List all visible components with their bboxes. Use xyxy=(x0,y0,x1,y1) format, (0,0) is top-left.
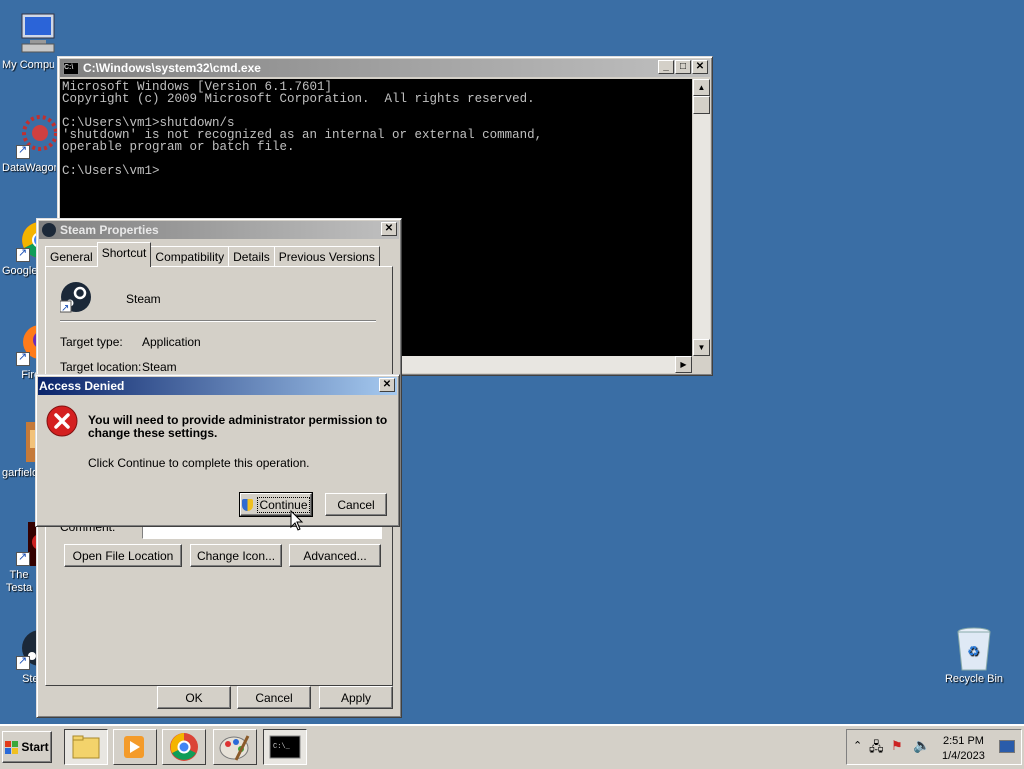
start-label: Start xyxy=(21,740,49,754)
steam-properties-title: Steam Properties xyxy=(60,223,159,237)
shortcut-arrow-icon xyxy=(16,143,30,159)
start-button[interactable]: Start xyxy=(2,731,52,763)
scroll-up-button[interactable]: ▲ xyxy=(693,79,710,96)
error-icon xyxy=(46,405,78,437)
access-denied-dialog[interactable]: Access Denied ✕ You will need to provide… xyxy=(35,374,400,527)
shortcut-arrow-icon xyxy=(16,350,30,366)
desktop-icon-label: The Testament xyxy=(5,569,33,594)
close-button[interactable]: ✕ xyxy=(692,60,708,74)
steam-small-icon xyxy=(42,223,56,237)
paint-icon xyxy=(219,735,250,761)
clock-time[interactable]: 2:51 PM xyxy=(943,735,984,747)
maximize-button[interactable]: □ xyxy=(675,60,691,74)
minimize-button[interactable]: _ xyxy=(658,60,674,74)
open-file-location-button[interactable]: Open File Location xyxy=(64,544,182,567)
close-button[interactable]: ✕ xyxy=(381,222,397,236)
advanced-button[interactable]: Advanced... xyxy=(289,544,381,567)
chrome-icon xyxy=(170,733,198,761)
desktop-icon-recycle-bin[interactable]: ♻ Recycle Bin xyxy=(938,626,1010,686)
tab-compatibility[interactable]: Compatibility xyxy=(150,246,230,267)
cmd-titlebar[interactable]: C:\ C:\Windows\system32\cmd.exe _ □ ✕ xyxy=(60,59,710,77)
scroll-down-button[interactable]: ▼ xyxy=(693,339,710,356)
svg-text:↗: ↗ xyxy=(61,303,69,313)
steam-properties-titlebar[interactable]: Steam Properties ✕ xyxy=(39,221,399,239)
show-hidden-icons-icon[interactable]: ⌃ xyxy=(853,739,862,752)
volume-icon[interactable]: 🔈 xyxy=(913,737,930,754)
shortcut-arrow-icon xyxy=(16,550,30,566)
computer-icon xyxy=(16,12,60,56)
target-type-value: Application xyxy=(142,335,201,349)
target-location-label: Target location: xyxy=(60,360,142,374)
tab-details[interactable]: Details xyxy=(228,246,275,267)
network-icon[interactable]: 🖧 xyxy=(869,738,885,754)
target-location-value: Steam xyxy=(142,360,177,374)
scroll-right-button[interactable]: ▶ xyxy=(675,356,692,373)
recycle-bin-icon: ♻ xyxy=(952,626,996,671)
clock-date[interactable]: 1/4/2023 xyxy=(942,750,985,762)
vertical-scrollbar[interactable]: ▲ ▼ xyxy=(693,79,710,356)
show-desktop-icon[interactable] xyxy=(999,740,1015,753)
media-player-icon xyxy=(124,736,144,758)
cmd-title: C:\Windows\system32\cmd.exe xyxy=(83,61,261,75)
cmd-icon: C:\ xyxy=(63,61,79,75)
datawagon-icon xyxy=(16,115,60,159)
tab-shortcut[interactable]: Shortcut xyxy=(96,242,152,267)
desktop-icon-label: Recycle Bin xyxy=(944,673,1004,685)
taskbar-paint[interactable] xyxy=(213,729,257,765)
taskbar: Start C:\_ ⌃ 🖧 ⚑ 🔈 2:51 PM 1/4/2023 xyxy=(0,724,1024,769)
cmd-icon: C:\_ xyxy=(269,735,301,759)
windows-logo-icon xyxy=(5,740,19,754)
ok-button[interactable]: OK xyxy=(157,686,231,709)
taskbar-chrome[interactable] xyxy=(162,729,206,765)
svg-text:♻: ♻ xyxy=(967,643,980,659)
cancel-button[interactable]: Cancel xyxy=(237,686,311,709)
access-denied-titlebar[interactable]: Access Denied ✕ xyxy=(38,377,397,395)
desktop-icon-label: DataWagon xyxy=(2,162,56,174)
apply-button[interactable]: Apply xyxy=(319,686,393,709)
target-type-label: Target type: xyxy=(60,335,123,349)
system-tray: ⌃ 🖧 ⚑ 🔈 2:51 PM 1/4/2023 xyxy=(846,729,1022,765)
desktop-icon-label: garfield xyxy=(2,467,36,479)
taskbar-media-player[interactable] xyxy=(113,729,157,765)
continue-instruction: Click Continue to complete this operatio… xyxy=(88,456,310,470)
svg-text:C:\_: C:\_ xyxy=(273,743,291,751)
shortcut-arrow-icon xyxy=(16,246,30,262)
separator xyxy=(60,320,376,322)
steam-app-icon: ↗ xyxy=(59,281,92,314)
folder-icon xyxy=(72,735,100,759)
close-button[interactable]: ✕ xyxy=(379,378,395,392)
app-name: Steam xyxy=(126,292,161,306)
action-center-flag-icon[interactable]: ⚑ xyxy=(891,738,903,754)
shortcut-arrow-icon xyxy=(16,654,30,670)
desktop-icon-label: My Computer xyxy=(2,59,54,71)
tab-previous-versions[interactable]: Previous Versions xyxy=(273,246,380,267)
scroll-thumb[interactable] xyxy=(693,96,710,114)
cancel-button[interactable]: Cancel xyxy=(325,493,387,516)
mouse-cursor-icon xyxy=(290,509,304,532)
desktop-icon-label: Google Chrome xyxy=(2,265,36,277)
tab-general[interactable]: General xyxy=(45,246,98,267)
properties-tabs: General Shortcut Compatibility Details P… xyxy=(45,242,380,267)
change-icon-button[interactable]: Change Icon... xyxy=(190,544,282,567)
taskbar-cmd[interactable]: C:\_ xyxy=(263,729,307,765)
uac-shield-icon xyxy=(242,498,254,511)
permission-message: You will need to provide administrator p… xyxy=(88,413,388,440)
taskbar-explorer[interactable] xyxy=(64,729,108,765)
access-denied-title: Access Denied xyxy=(39,379,125,393)
